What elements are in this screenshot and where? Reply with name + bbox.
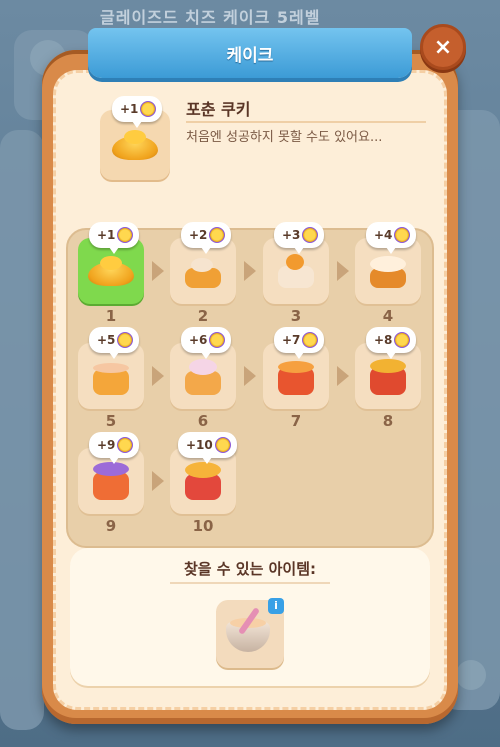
level-number: 9 — [105, 517, 117, 535]
level-bonus-label: +1 — [97, 228, 116, 242]
level-bonus-label: +5 — [97, 333, 116, 347]
cake-level-8-icon — [368, 357, 408, 395]
level-number: 1 — [105, 307, 117, 325]
divider — [170, 582, 330, 584]
level-bonus-bubble: +7 — [274, 327, 325, 359]
chef-coin-icon — [117, 227, 134, 243]
chef-coin-icon — [394, 227, 411, 243]
chef-coin-icon — [117, 332, 134, 348]
chef-coin-icon — [302, 227, 319, 243]
arrow-right-icon — [152, 471, 164, 491]
level-number: 7 — [290, 412, 302, 430]
level-bonus-bubble: +4 — [366, 222, 417, 254]
chef-coin-icon — [209, 332, 226, 348]
level-bonus-label: +8 — [374, 333, 393, 347]
level-bonus-bubble: +2 — [181, 222, 232, 254]
level-number: 4 — [382, 307, 394, 325]
cake-level-10-icon — [183, 462, 223, 500]
close-button[interactable]: × — [420, 24, 466, 70]
chef-coin-icon — [302, 332, 319, 348]
chef-coin-icon — [394, 332, 411, 348]
arrow-right-icon — [152, 366, 164, 386]
level-bonus-bubble: +9 — [89, 432, 140, 464]
cake-level-7-icon — [276, 357, 316, 395]
findable-items-title: 찾을 수 있는 아이템: — [183, 560, 317, 578]
cake-level-6-icon — [183, 357, 223, 395]
cake-level-9-icon — [91, 462, 131, 500]
arrow-right-icon — [337, 261, 349, 281]
level-bonus-label: +9 — [97, 438, 116, 452]
level-bonus-label: +10 — [186, 438, 213, 452]
background-card — [0, 130, 44, 730]
arrow-right-icon — [152, 261, 164, 281]
chef-coin-icon — [140, 101, 157, 117]
cake-level-3-icon — [276, 252, 316, 290]
gold-ingot-icon — [88, 256, 134, 286]
level-number: 2 — [197, 307, 209, 325]
level-bonus-label: +3 — [282, 228, 301, 242]
arrow-right-icon — [244, 261, 256, 281]
level-bonus-label: +6 — [189, 333, 208, 347]
title-banner: 케이크 — [88, 28, 412, 78]
background-title: 글레이즈드 치즈 케이크 5레벨 — [100, 8, 321, 27]
level-bonus-label: +2 — [189, 228, 208, 242]
level-bonus-bubble: +5 — [89, 327, 140, 359]
gold-ingot-icon — [112, 130, 158, 160]
findable-items-section: 찾을 수 있는 아이템: i — [70, 548, 430, 686]
chef-coin-icon — [117, 437, 134, 453]
item-description: 처음엔 성공하지 못할 수도 있어요... — [186, 130, 383, 145]
level-number: 6 — [197, 412, 209, 430]
panel-title: 케이크 — [226, 45, 274, 66]
level-bonus-bubble: +3 — [274, 222, 325, 254]
level-bonus-bubble: +8 — [366, 327, 417, 359]
divider — [186, 121, 426, 123]
cake-level-5-icon — [91, 357, 131, 395]
bonus-bubble: +1 — [112, 96, 163, 128]
level-number: 5 — [105, 412, 117, 430]
arrow-right-icon — [244, 366, 256, 386]
level-number: 3 — [290, 307, 302, 325]
arrow-right-icon — [337, 366, 349, 386]
level-number: 10 — [192, 517, 214, 535]
level-bonus-label: +4 — [374, 228, 393, 242]
chef-coin-icon — [214, 437, 231, 453]
item-name: 포춘 쿠키 — [186, 100, 251, 119]
background-decoration — [456, 660, 486, 690]
mixing-bowl-item[interactable]: i — [216, 598, 284, 668]
info-icon[interactable]: i — [268, 598, 284, 614]
level-number: 8 — [382, 412, 394, 430]
level-bonus-bubble: +6 — [181, 327, 232, 359]
chef-coin-icon — [209, 227, 226, 243]
cake-level-2-icon — [183, 252, 223, 290]
cake-level-4-icon — [368, 252, 408, 290]
level-bonus-label: +7 — [282, 333, 301, 347]
level-bonus-bubble: +10 — [178, 432, 237, 464]
level-bonus-bubble: +1 — [89, 222, 140, 254]
bonus-label: +1 — [120, 102, 139, 116]
